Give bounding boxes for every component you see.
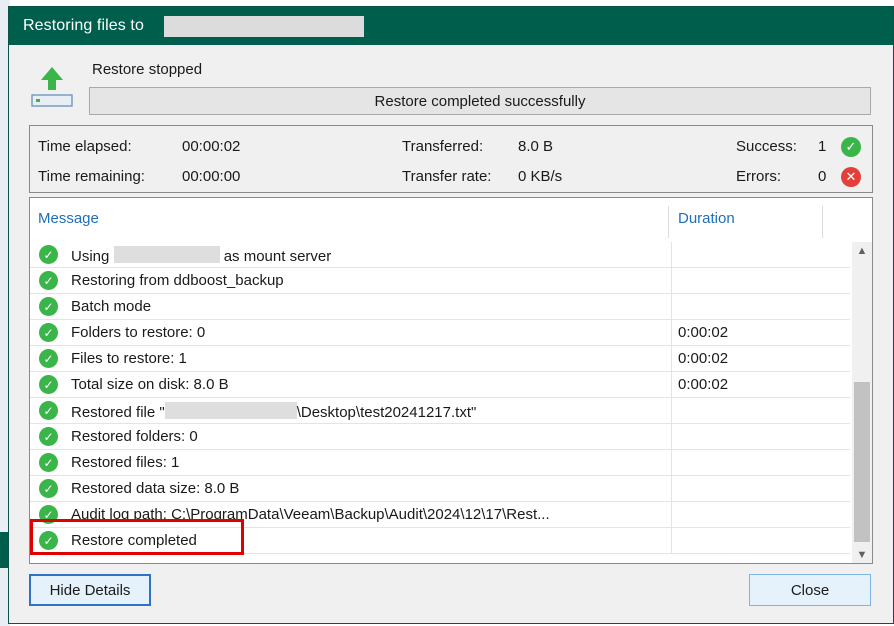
check-circle-icon: ✓	[39, 349, 58, 368]
log-row[interactable]: ✓ Using as mount server	[30, 242, 850, 268]
column-divider	[671, 424, 672, 449]
log-duration: 0:00:02	[678, 350, 729, 367]
check-circle-icon: ✓	[39, 245, 58, 264]
log-message: Restored file " \Desktop\test20241217.txt…	[71, 402, 477, 421]
statistics-panel: Time elapsed: 00:00:02 Time remaining: 0…	[29, 125, 873, 193]
log-message: Audit log path: C:\ProgramData\Veeam\Bac…	[71, 506, 550, 523]
column-divider	[671, 502, 672, 527]
upload-arrow-drive-icon	[29, 65, 75, 109]
transfer-rate-label: Transfer rate:	[402, 168, 492, 185]
log-message: Batch mode	[71, 298, 152, 315]
log-message: Restored data size: 8.0 B	[71, 480, 240, 497]
log-row[interactable]: ✓ Restore completed	[30, 528, 850, 554]
check-circle-icon: ✓	[841, 137, 861, 157]
column-header-message[interactable]: Message	[38, 210, 99, 227]
check-circle-icon: ✓	[39, 427, 58, 446]
check-circle-icon: ✓	[39, 479, 58, 498]
check-circle-icon: ✓	[39, 505, 58, 524]
log-message: Using as mount server	[71, 246, 332, 265]
status-title: Restore stopped	[92, 61, 203, 78]
log-message: Restored folders: 0	[71, 428, 198, 445]
hide-details-button[interactable]: Hide Details	[29, 574, 151, 606]
restore-dialog: Restoring files to Restore stopped Resto…	[8, 6, 894, 624]
redacted-target-name	[164, 16, 364, 37]
column-divider	[671, 528, 672, 553]
log-row[interactable]: ✓ Folders to restore: 0 0:00:02	[30, 320, 850, 346]
column-divider	[671, 398, 672, 423]
log-header: Message Duration	[30, 198, 872, 240]
log-message: Restoring from ddboost_backup	[71, 272, 284, 289]
column-divider	[671, 320, 672, 345]
session-log: Message Duration ✓ Using as mount server…	[29, 197, 873, 564]
errors-label: Errors:	[736, 168, 781, 185]
check-circle-icon: ✓	[39, 453, 58, 472]
log-duration: 0:00:02	[678, 376, 729, 393]
redacted-path	[164, 402, 297, 419]
check-circle-icon: ✓	[39, 297, 58, 316]
column-divider	[671, 294, 672, 319]
log-row[interactable]: ✓ Restoring from ddboost_backup	[30, 268, 850, 294]
redacted-server-name	[113, 246, 220, 263]
close-button[interactable]: Close	[749, 574, 871, 606]
check-circle-icon: ✓	[39, 531, 58, 550]
log-message: Restore completed	[71, 532, 197, 549]
window-title: Restoring files to	[23, 17, 144, 34]
column-divider[interactable]	[668, 206, 669, 238]
check-circle-icon: ✓	[39, 375, 58, 394]
log-scrollbar[interactable]: ▲ ▼	[852, 242, 872, 563]
log-row[interactable]: ✓ Restored files: 1	[30, 450, 850, 476]
title-bar[interactable]: Restoring files to	[9, 7, 893, 45]
errors-count: 0	[818, 168, 827, 185]
column-divider	[671, 268, 672, 293]
column-header-duration[interactable]: Duration	[678, 210, 735, 227]
log-message: Files to restore: 1	[71, 350, 187, 367]
success-label: Success:	[736, 138, 797, 155]
column-divider	[671, 242, 672, 267]
progress-text: Restore completed successfully	[374, 92, 586, 110]
log-row[interactable]: ✓ Total size on disk: 8.0 B 0:00:02	[30, 372, 850, 398]
scroll-down-icon[interactable]: ▼	[852, 546, 872, 563]
check-circle-icon: ✓	[39, 401, 58, 420]
time-remaining-label: Time remaining:	[38, 168, 145, 185]
x-circle-icon: ✕	[841, 167, 861, 187]
scroll-up-icon[interactable]: ▲	[852, 242, 872, 260]
success-count: 1	[818, 138, 827, 155]
transferred-value: 8.0 B	[518, 138, 554, 155]
column-divider	[671, 346, 672, 371]
log-row[interactable]: ✓ Restored data size: 8.0 B	[30, 476, 850, 502]
transferred-label: Transferred:	[402, 138, 484, 155]
log-row[interactable]: ✓ Batch mode	[30, 294, 850, 320]
log-row[interactable]: ✓ Restored file " \Desktop\test20241217.t…	[30, 398, 850, 424]
log-message: Total size on disk: 8.0 B	[71, 376, 229, 393]
progress-bar: Restore completed successfully	[89, 87, 871, 115]
log-message: Folders to restore: 0	[71, 324, 206, 341]
column-divider[interactable]	[822, 206, 823, 238]
log-row[interactable]: ✓ Audit log path: C:\ProgramData\Veeam\B…	[30, 502, 850, 528]
time-elapsed-label: Time elapsed:	[38, 138, 132, 155]
check-circle-icon: ✓	[39, 271, 58, 290]
time-remaining-value: 00:00:00	[182, 168, 241, 185]
log-rows: ✓ Using as mount server ✓ Restoring from…	[30, 242, 850, 554]
scrollbar-thumb[interactable]	[854, 382, 870, 542]
log-message: Restored files: 1	[71, 454, 180, 471]
log-row[interactable]: ✓ Restored folders: 0	[30, 424, 850, 450]
time-elapsed-value: 00:00:02	[182, 138, 241, 155]
column-divider	[671, 476, 672, 501]
log-row[interactable]: ✓ Files to restore: 1 0:00:02	[30, 346, 850, 372]
transfer-rate-value: 0 KB/s	[518, 168, 563, 185]
column-divider	[671, 372, 672, 397]
column-divider	[671, 450, 672, 475]
log-duration: 0:00:02	[678, 324, 729, 341]
check-circle-icon: ✓	[39, 323, 58, 342]
